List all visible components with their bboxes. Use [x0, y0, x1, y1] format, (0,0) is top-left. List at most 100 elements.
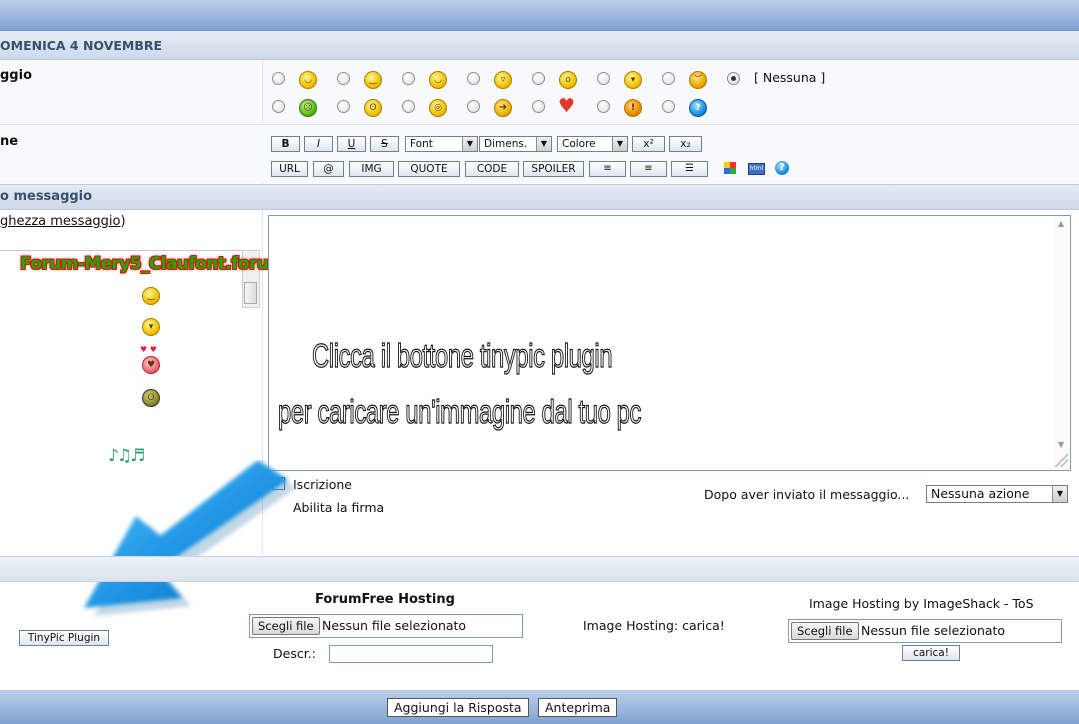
- icon-radio[interactable]: [597, 72, 610, 85]
- list-button[interactable]: ☰: [671, 161, 708, 177]
- textarea-scrollbar[interactable]: ▲ ▼: [1054, 216, 1070, 470]
- post-icon-row: ggio: [0, 60, 1079, 125]
- message-length-close: ): [120, 214, 126, 229]
- sick-icon: ☹: [299, 99, 317, 117]
- message-section-bar: o messaggio: [0, 184, 1079, 210]
- underline-button[interactable]: U: [337, 136, 366, 152]
- smiley-box-divider: [0, 250, 242, 251]
- bold-button[interactable]: B: [271, 136, 300, 152]
- post-icon-label: ggio: [0, 68, 32, 83]
- laugh-icon: ▾: [624, 71, 642, 89]
- subscript-button[interactable]: x₂: [669, 136, 702, 152]
- icon-radio[interactable]: [467, 72, 480, 85]
- align-left-button[interactable]: ≡: [589, 161, 626, 177]
- font-select-value: Font: [410, 138, 433, 150]
- happy-icon: ◡: [429, 71, 447, 89]
- img-button[interactable]: IMG: [349, 161, 394, 177]
- top-banner: [0, 0, 1079, 31]
- smiley-scroll-thumb[interactable]: [244, 282, 257, 304]
- heart-icon: ♥: [558, 95, 576, 117]
- imageshack-upload-button[interactable]: carica!: [902, 645, 960, 661]
- overlay-line-2: per caricare un'immagine dal tuo pc: [278, 392, 642, 430]
- choose-file-button[interactable]: Scegli file: [252, 617, 320, 635]
- icon-radio[interactable]: [272, 100, 285, 113]
- html-icon[interactable]: html: [748, 163, 765, 175]
- icon-radio[interactable]: [337, 100, 350, 113]
- strike-button[interactable]: S: [370, 136, 399, 152]
- no-file-text: Nessun file selezionato: [322, 618, 467, 633]
- grin-icon: ▿: [494, 71, 512, 89]
- forumfree-hosting-title: ForumFree Hosting: [315, 592, 455, 607]
- wink-icon: ‿: [364, 71, 382, 89]
- no-file-text: Nessun file selezionato: [861, 623, 1006, 638]
- code-button[interactable]: CODE: [465, 161, 519, 177]
- url-button[interactable]: URL: [271, 161, 308, 177]
- scroll-down-icon[interactable]: ▼: [1058, 440, 1064, 449]
- section-title: o messaggio: [0, 189, 93, 204]
- forumfree-file-input[interactable]: Scegli file Nessun file selezionato: [249, 614, 523, 638]
- imageshack-title[interactable]: Image Hosting by ImageShack - ToS: [809, 596, 1034, 611]
- italic-button[interactable]: I: [304, 136, 333, 152]
- size-select[interactable]: Dimens. ▼: [479, 136, 552, 152]
- date-header: OMENICA 4 NOVEMBRE: [0, 38, 163, 53]
- hearts-icon: ♥ ♥: [140, 345, 157, 354]
- icon-radio[interactable]: [662, 100, 675, 113]
- smile-icon[interactable]: ‿: [142, 287, 160, 305]
- chevron-down-icon: ▼: [462, 137, 477, 151]
- icon-radio[interactable]: [532, 72, 545, 85]
- resize-grip-icon[interactable]: [1054, 453, 1068, 467]
- message-length-note: ghezza messaggio): [0, 214, 126, 229]
- nerd-icon[interactable]: ʘ: [142, 389, 160, 407]
- icon-radio[interactable]: [272, 72, 285, 85]
- size-select-value: Dimens.: [484, 138, 528, 150]
- icon-radio[interactable]: [467, 100, 480, 113]
- icon-radio[interactable]: [402, 72, 415, 85]
- message-length-link[interactable]: ghezza messaggio: [0, 214, 120, 229]
- description-input[interactable]: [329, 645, 493, 663]
- color-select-value: Colore: [562, 138, 596, 150]
- chevron-down-icon: ▼: [612, 137, 627, 151]
- confused-icon: ʘ: [364, 99, 382, 117]
- question-icon: ?: [689, 99, 707, 117]
- color-palette-icon[interactable]: [724, 162, 736, 174]
- scroll-up-icon[interactable]: ▲: [1058, 219, 1064, 228]
- cool-icon: ◎: [429, 99, 447, 117]
- color-select[interactable]: Colore ▼: [557, 136, 628, 152]
- smile-icon: ◡: [299, 71, 317, 89]
- icon-radio[interactable]: [402, 100, 415, 113]
- date-header-bar: OMENICA 4 NOVEMBRE: [0, 31, 1079, 60]
- description-label: Descr.:: [273, 646, 316, 661]
- help-icon[interactable]: ?: [775, 161, 789, 175]
- chevron-down-icon: ▼: [1052, 486, 1067, 502]
- subscribe-label: Iscrizione: [293, 477, 352, 492]
- image-hosting-link[interactable]: Image Hosting: carica!: [583, 618, 725, 633]
- signature-label: Abilita la firma: [293, 500, 385, 515]
- preview-button[interactable]: Anteprima: [538, 698, 618, 717]
- font-select[interactable]: Font ▼: [405, 136, 478, 152]
- love-icon[interactable]: ♥: [142, 356, 160, 374]
- icon-radio[interactable]: [337, 72, 350, 85]
- tinypic-plugin-button[interactable]: TinyPic Plugin: [19, 630, 109, 646]
- quote-button[interactable]: QUOTE: [398, 161, 460, 177]
- icon-radio[interactable]: [532, 100, 545, 113]
- superscript-button[interactable]: x²: [632, 136, 665, 152]
- hosting-divider-bar: [0, 556, 1079, 582]
- after-send-select[interactable]: Nessuna azione ▼: [926, 485, 1068, 503]
- email-button[interactable]: @: [313, 161, 344, 177]
- grin-icon[interactable]: ▾: [142, 318, 160, 336]
- pointer-arrow-graphic: [84, 460, 296, 616]
- spoiler-button[interactable]: SPOILER: [523, 161, 584, 177]
- choose-file-button[interactable]: Scegli file: [791, 622, 859, 640]
- icon-radio-none[interactable]: [727, 72, 740, 85]
- imageshack-file-input[interactable]: Scegli file Nessun file selezionato: [788, 619, 1062, 643]
- align-center-button[interactable]: ≡: [630, 161, 667, 177]
- icon-radio[interactable]: [662, 72, 675, 85]
- after-send-value: Nessuna azione: [931, 486, 1030, 501]
- surprised-icon: o: [559, 71, 577, 89]
- angry-icon: ︶: [689, 71, 707, 89]
- overlay-line-1: Clicca il bottone tinypic plugin: [312, 336, 613, 374]
- add-reply-button[interactable]: Aggiungi la Risposta: [387, 698, 529, 717]
- icon-radio[interactable]: [597, 100, 610, 113]
- format-label: ne: [0, 134, 19, 149]
- after-send-label: Dopo aver inviato il messaggio...: [704, 487, 910, 502]
